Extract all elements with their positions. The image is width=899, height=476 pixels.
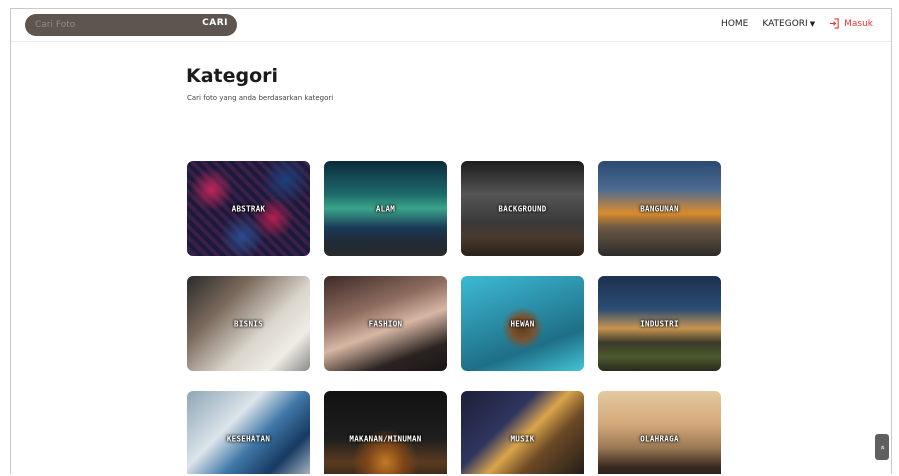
search-input[interactable] (35, 17, 185, 33)
category-label: HEWAN (510, 319, 535, 328)
category-label: ALAM (375, 204, 396, 213)
category-card-alam[interactable]: ALAM (324, 161, 447, 256)
category-label: MUSIK (510, 434, 535, 443)
category-card-kesehatan[interactable]: KESEHATAN (187, 391, 310, 474)
category-label: BISNIS (234, 319, 263, 328)
category-card-olahraga[interactable]: OLAHRAGA (598, 391, 721, 474)
category-card-musik[interactable]: MUSIK (461, 391, 584, 474)
caret-down-icon: ▼ (809, 19, 816, 28)
double-chevron-up-icon: » (877, 444, 887, 450)
page-title: Kategori (186, 65, 279, 87)
category-label: KESEHATAN (226, 434, 271, 443)
nav-category-label: KATEGORI (762, 18, 808, 29)
category-label: MAKANAN/MINUMAN (349, 434, 422, 443)
category-label: BANGUNAN (640, 204, 679, 213)
browser-frame: CARI HOME KATEGORI▼ Masuk Kategori Cari … (10, 8, 892, 474)
login-link[interactable]: Masuk (829, 18, 873, 29)
page-subtitle: Cari foto yang anda berdasarkan kategori (187, 94, 334, 102)
category-card-abstrak[interactable]: ABSTRAK (187, 161, 310, 256)
login-label: Masuk (844, 18, 873, 29)
category-label: INDUSTRI (640, 319, 679, 328)
nav-menu: HOME KATEGORI ▼ Masuk (707, 18, 873, 29)
search-button[interactable]: CARI (202, 18, 228, 28)
category-label: BACKGROUND (498, 204, 547, 213)
search-bar: CARI (25, 14, 237, 36)
nav-category-dropdown[interactable]: KATEGORI ▼ (762, 19, 815, 29)
category-card-hewan[interactable]: HEWAN (461, 276, 584, 371)
category-label: OLAHRAGA (640, 434, 679, 443)
category-image (324, 391, 447, 474)
nav-home-link[interactable]: HOME (721, 19, 748, 29)
category-card-bangunan[interactable]: BANGUNAN (598, 161, 721, 256)
category-label: FASHION (368, 319, 403, 328)
category-card-makanan-minuman[interactable]: MAKANAN/MINUMAN (324, 391, 447, 474)
category-card-fashion[interactable]: FASHION (324, 276, 447, 371)
category-image (598, 391, 721, 474)
category-card-industri[interactable]: INDUSTRI (598, 276, 721, 371)
category-image (187, 391, 310, 474)
category-card-bisnis[interactable]: BISNIS (187, 276, 310, 371)
category-label: ABSTRAK (231, 204, 266, 213)
scroll-to-top-button[interactable]: » (875, 434, 889, 460)
category-card-background[interactable]: BACKGROUND (461, 161, 584, 256)
category-image (461, 391, 584, 474)
navbar: CARI HOME KATEGORI▼ Masuk (11, 9, 891, 42)
login-icon (830, 18, 839, 29)
